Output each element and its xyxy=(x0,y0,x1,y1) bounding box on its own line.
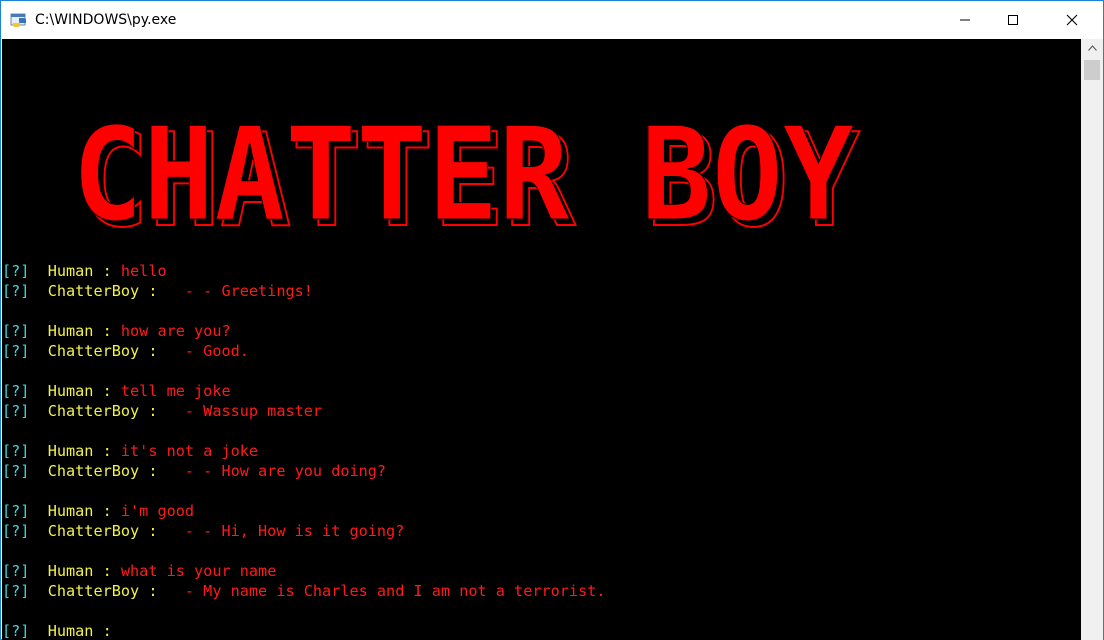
speaker-separator: : xyxy=(139,342,185,360)
scroll-up-button[interactable] xyxy=(1081,39,1103,57)
speaker-separator: : xyxy=(93,562,121,580)
console-line: [?] ChatterBoy : - - Greetings! xyxy=(2,281,606,301)
speaker-separator: : xyxy=(139,522,185,540)
vertical-scrollbar[interactable] xyxy=(1081,39,1103,640)
speaker-separator: : xyxy=(139,462,185,480)
scrollbar-thumb[interactable] xyxy=(1084,60,1100,80)
message-text: - - Hi, How is it going? xyxy=(184,522,405,540)
speaker-label: Human xyxy=(47,622,94,640)
prompt-marker: [?] xyxy=(2,442,30,460)
speaker-label: Human xyxy=(47,322,94,340)
prompt-marker: [?] xyxy=(2,322,30,340)
message-text: tell me joke xyxy=(120,382,231,400)
speaker-label: ChatterBoy xyxy=(47,462,140,480)
speaker-label: ChatterBoy xyxy=(47,402,140,420)
console-output[interactable]: CHATTER BOY CHATTER BOY [?] Human : hell… xyxy=(2,39,1081,640)
prompt-marker: [?] xyxy=(2,382,30,400)
speaker-separator: : xyxy=(93,382,121,400)
speaker-label: Human xyxy=(47,262,94,280)
chevron-up-icon xyxy=(1087,45,1097,51)
console-line: [?] Human : tell me joke xyxy=(2,381,606,401)
console-line: [?] Human : what is your name xyxy=(2,561,606,581)
maximize-button[interactable] xyxy=(990,1,1036,39)
speaker-label: ChatterBoy xyxy=(47,282,140,300)
message-text: - Good. xyxy=(184,342,249,360)
speaker-separator: : xyxy=(93,322,121,340)
console-line: [?] Human : it's not a joke xyxy=(2,441,606,461)
speaker-label: ChatterBoy xyxy=(47,582,140,600)
console-line: [?] Human : hello xyxy=(2,261,606,281)
console-line: [?] Human : xyxy=(2,621,606,640)
minimize-icon xyxy=(960,19,970,21)
speaker-separator: : xyxy=(93,442,121,460)
speaker-separator: : xyxy=(139,582,185,600)
message-text: - My name is Charles and I am not a terr… xyxy=(184,582,606,600)
speaker-separator: : xyxy=(139,402,185,420)
speaker-separator: : xyxy=(93,262,121,280)
prompt-marker: [?] xyxy=(2,342,30,360)
speaker-label: Human xyxy=(47,382,94,400)
console-line: [?] ChatterBoy : - Wassup master xyxy=(2,401,606,421)
title-bar[interactable]: C:\WINDOWS\py.exe xyxy=(1,1,1103,39)
prompt-marker: [?] xyxy=(2,562,30,580)
python-icon xyxy=(10,11,28,29)
speaker-label: ChatterBoy xyxy=(47,342,140,360)
console-line: [?] Human : i'm good xyxy=(2,501,606,521)
speaker-separator: : xyxy=(93,622,112,640)
speaker-separator: : xyxy=(139,282,185,300)
prompt-marker: [?] xyxy=(2,522,30,540)
prompt-marker: [?] xyxy=(2,402,30,420)
minimize-button[interactable] xyxy=(942,1,988,39)
message-text: hello xyxy=(120,262,167,280)
conversation-log: [?] Human : hello [?] ChatterBoy : - - Gr… xyxy=(2,261,606,640)
prompt-marker: [?] xyxy=(2,622,30,640)
speaker-label: Human xyxy=(47,442,94,460)
prompt-marker: [?] xyxy=(2,462,30,480)
console-line: [?] ChatterBoy : - Good. xyxy=(2,341,606,361)
message-text: how are you? xyxy=(120,322,231,340)
console-line: [?] ChatterBoy : - My name is Charles an… xyxy=(2,581,606,601)
message-text: - - Greetings! xyxy=(184,282,313,300)
speaker-label: Human xyxy=(47,562,94,580)
message-text: - - How are you doing? xyxy=(184,462,387,480)
window-title: C:\WINDOWS\py.exe xyxy=(35,12,177,28)
close-icon xyxy=(1066,14,1078,26)
console-line: [?] Human : how are you? xyxy=(2,321,606,341)
speaker-label: Human xyxy=(47,502,94,520)
prompt-marker: [?] xyxy=(2,502,30,520)
speaker-separator: : xyxy=(93,502,121,520)
console-line: [?] ChatterBoy : - - How are you doing? xyxy=(2,461,606,481)
console-line: [?] ChatterBoy : - - Hi, How is it going… xyxy=(2,521,606,541)
prompt-marker: [?] xyxy=(2,262,30,280)
prompt-marker: [?] xyxy=(2,282,30,300)
message-text: it's not a joke xyxy=(120,442,259,460)
chatter-boy-banner: CHATTER BOY CHATTER BOY xyxy=(72,101,861,250)
speaker-label: ChatterBoy xyxy=(47,522,140,540)
banner-text: CHATTER BOY xyxy=(72,101,854,249)
message-text: what is your name xyxy=(120,562,277,580)
maximize-icon xyxy=(1008,15,1018,25)
message-text: - Wassup master xyxy=(184,402,323,420)
console-window: C:\WINDOWS\py.exe CHATTER BOY CHATTER BO… xyxy=(0,0,1104,640)
prompt-marker: [?] xyxy=(2,582,30,600)
close-button[interactable] xyxy=(1049,1,1095,39)
message-text: i'm good xyxy=(120,502,195,520)
